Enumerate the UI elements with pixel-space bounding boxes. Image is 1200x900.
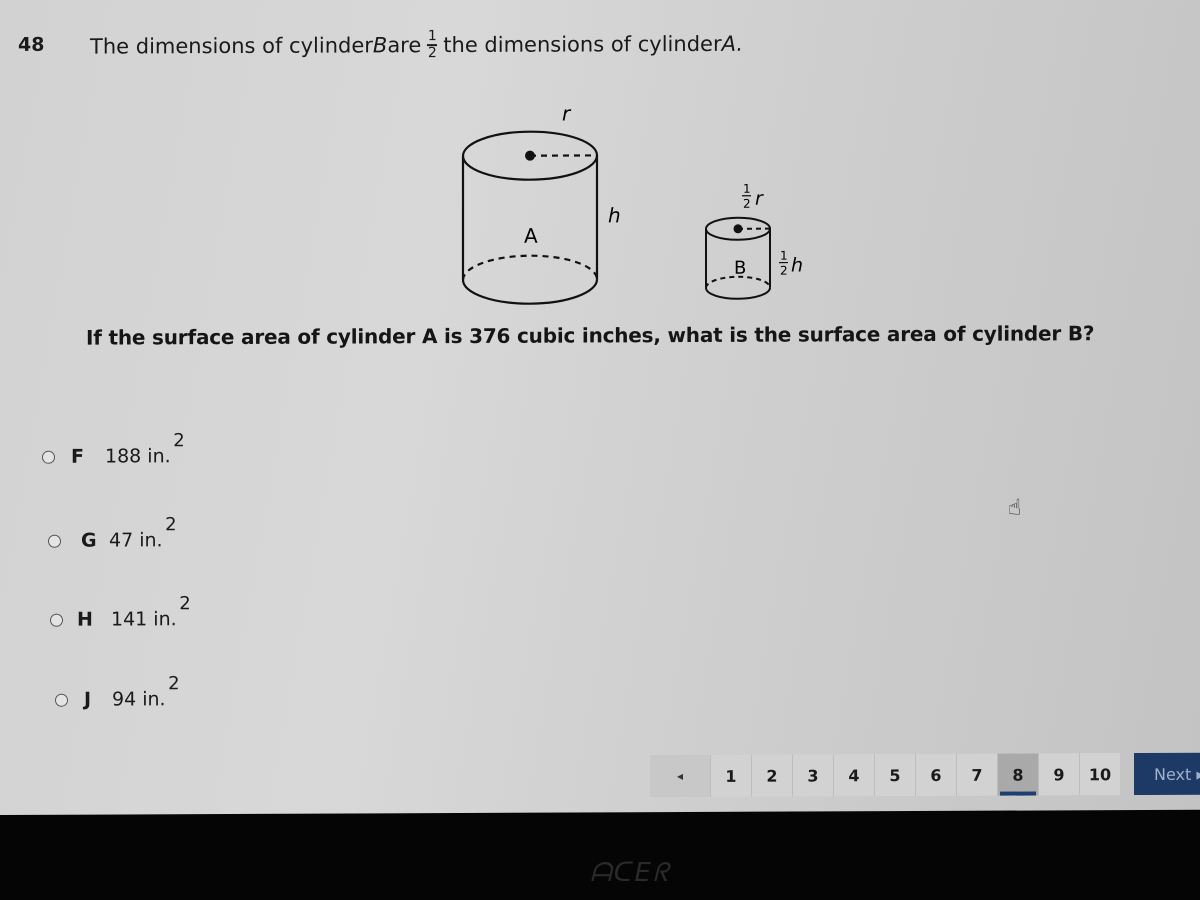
question-prompt: If the surface area of cylinder A is 376… [86, 321, 1095, 350]
cylinder-a-bottom-front [461, 279, 599, 305]
svg-text:1: 1 [780, 249, 788, 263]
cylinder-a-label: A [524, 224, 538, 248]
option-exponent: 2 [168, 673, 180, 695]
cylinder-a-center-dot [525, 150, 535, 161]
radio-button[interactable] [48, 534, 61, 548]
page-button-9[interactable]: 9 [1038, 753, 1079, 796]
question-stem: The dimensions of cylinder B are 1 2 the… [90, 28, 744, 61]
page-button-4[interactable]: 4 [833, 754, 874, 797]
option-exponent: 2 [165, 514, 177, 536]
monitor-bezel-logo: ᗩᑕEᖇ [590, 858, 671, 888]
page-button-5[interactable]: 5 [874, 754, 915, 797]
page-button-6[interactable]: 6 [915, 753, 956, 797]
stem-text-3: the dimensions of cylinder [443, 31, 722, 57]
page-button-8-current[interactable]: 8 [997, 753, 1038, 796]
svg-text:r: r [755, 188, 764, 210]
page-button-10[interactable]: 10 [1079, 753, 1120, 796]
radio-button[interactable] [50, 613, 63, 627]
pagination: ◂ 1 2 3 4 5 6 7 8 9 10 Next ▸ [650, 752, 1200, 798]
stem-fraction: 1 2 [427, 28, 438, 61]
option-value: 188 in. 2 [105, 430, 185, 468]
option-letter: F [71, 445, 84, 468]
cylinder-a-radius-label: r [562, 102, 572, 126]
svg-text:h: h [791, 254, 803, 276]
cylinder-b-radius-label: 1 2 r [742, 182, 764, 211]
cylinder-b-label: B [734, 258, 746, 279]
cylinder-b-bottom-front [705, 287, 771, 300]
page-button-3[interactable]: 3 [792, 754, 833, 797]
page-button-2[interactable]: 2 [751, 754, 792, 797]
page-button-1[interactable]: 1 [710, 754, 751, 797]
option-value: 47 in. 2 [109, 514, 177, 552]
option-value: 141 in. 2 [111, 593, 191, 631]
svg-text:2: 2 [780, 264, 788, 278]
screen: 48 The dimensions of cylinder B are 1 2 … [0, 0, 1200, 816]
prev-arrow-icon: ◂ [676, 769, 684, 784]
answer-option-j[interactable]: J 94 in. 2 [55, 673, 180, 711]
option-letter: G [81, 529, 97, 552]
radio-button[interactable] [42, 450, 55, 464]
svg-text:1: 1 [743, 182, 751, 196]
stem-text-2: are [387, 32, 422, 58]
cylinder-a-bottom-back [461, 254, 599, 281]
stem-var-a: A. [721, 31, 744, 56]
svg-text:2: 2 [743, 197, 751, 211]
fraction-numerator: 1 [427, 28, 437, 45]
cylinder-a-height-label: h [608, 203, 621, 227]
answer-option-h[interactable]: H 141 in. 2 [50, 593, 191, 631]
page-button-7[interactable]: 7 [956, 753, 997, 796]
next-button[interactable]: Next ▸ [1134, 752, 1200, 796]
option-letter: H [77, 608, 93, 631]
option-value: 94 in. 2 [112, 673, 180, 711]
radio-button[interactable] [55, 693, 68, 707]
hand-cursor-icon: ☝ [1008, 495, 1022, 521]
answer-option-f[interactable]: F 188 in. 2 [42, 430, 185, 468]
cylinder-b-center-dot [733, 224, 743, 234]
option-exponent: 2 [173, 430, 185, 452]
prev-page-button[interactable]: ◂ [650, 754, 710, 798]
option-exponent: 2 [179, 593, 191, 615]
answer-option-g[interactable]: G 47 in. 2 [48, 514, 177, 552]
cylinders-figure: r h A B 1 2 r 1 2 h [461, 102, 803, 305]
fraction-denominator: 2 [427, 44, 437, 61]
stem-text-1: The dimensions of cylinder [90, 33, 373, 59]
stem-var-b: B [372, 33, 388, 58]
question-number: 48 [18, 33, 45, 56]
cylinder-b-height-label: 1 2 h [779, 249, 803, 278]
option-letter: J [84, 688, 92, 711]
